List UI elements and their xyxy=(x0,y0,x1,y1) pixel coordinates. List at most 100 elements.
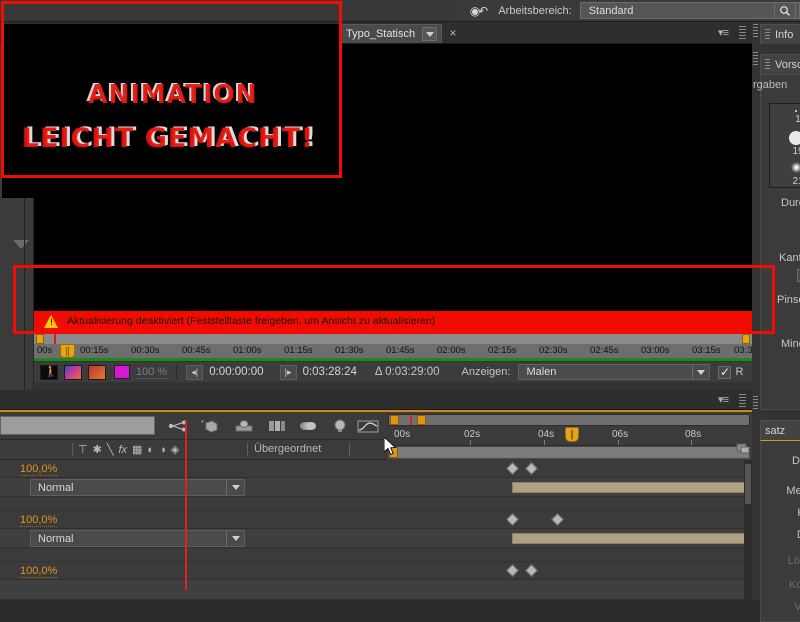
keyframe-marker[interactable] xyxy=(525,462,538,475)
keyframe-marker[interactable] xyxy=(525,564,538,577)
adjustment-icon[interactable]: ◐ xyxy=(147,444,154,456)
right-panel-column: Info Vorsc rgaben 1 19 21 Durc Kante ✓ P… xyxy=(752,22,800,622)
brush-dot-medium xyxy=(789,131,800,145)
keyframe-marker[interactable] xyxy=(506,564,519,577)
ruler-label: 06s xyxy=(612,429,629,440)
work-area-start-handle[interactable] xyxy=(389,447,398,458)
draft-3d-icon[interactable]: * xyxy=(199,417,221,435)
current-time-indicator[interactable]: ║ xyxy=(60,344,75,358)
table-row[interactable]: 100,0% xyxy=(0,562,752,580)
preview-frame[interactable]: ANIMATION ANIMATION LEICHT GEMACHT! LEIC… xyxy=(2,24,340,198)
frame-blending-icon[interactable] xyxy=(266,417,288,435)
effects-icon[interactable]: ✱ xyxy=(93,443,102,456)
search-icon[interactable] xyxy=(774,2,796,19)
show-select[interactable]: Malen xyxy=(518,364,711,380)
workspace-switcher-icon[interactable]: ◉↶ xyxy=(468,4,489,18)
label-durchmesser: Durc xyxy=(781,197,800,209)
table-row[interactable]: 100,0% xyxy=(0,511,752,529)
render-checkbox[interactable]: ✓ xyxy=(718,365,732,379)
render-progress-strip xyxy=(34,358,752,361)
time-zoom-track[interactable] xyxy=(388,414,750,426)
table-row[interactable] xyxy=(0,497,752,511)
table-row[interactable]: Normal xyxy=(0,529,752,548)
panel-menu-icon[interactable]: ▾≡ xyxy=(718,393,729,406)
in-point-value[interactable]: 0:00:00:00 xyxy=(209,366,263,378)
brainstorm-icon[interactable] xyxy=(329,417,351,435)
blend-mode-select[interactable]: Normal xyxy=(30,530,245,547)
timeline-vertical-scrollbar[interactable] xyxy=(744,460,752,600)
update-disabled-warning[interactable]: Aktualisierung deaktiviert (Feststelltas… xyxy=(34,311,752,331)
ruler-label: 01:00s xyxy=(233,345,262,356)
work-area-bar[interactable] xyxy=(388,446,750,459)
fx-icon[interactable]: fx xyxy=(118,444,127,456)
search-input[interactable] xyxy=(0,416,155,435)
resolution-value[interactable]: 100 % xyxy=(136,366,168,379)
tab-zeichensatz[interactable]: satz xyxy=(760,420,800,440)
collapse-icon[interactable]: ◑ xyxy=(159,444,166,456)
graph-editor-icon[interactable] xyxy=(357,417,379,435)
table-row[interactable] xyxy=(0,548,752,562)
zoom-handle-left[interactable] xyxy=(390,415,399,425)
table-row[interactable]: Normal xyxy=(0,478,752,497)
motion-blur-icon[interactable] xyxy=(297,417,319,435)
timeline-tabbar: ▾≡ xyxy=(0,390,752,410)
comp-time-zoom-track[interactable] xyxy=(34,332,752,345)
tab-typo-statisch[interactable]: Typo_Statisch xyxy=(338,24,443,43)
chevron-down-icon[interactable] xyxy=(226,480,244,495)
brush-preset-list[interactable]: 1 19 21 xyxy=(769,103,800,188)
rgb-channels-icon[interactable] xyxy=(64,364,82,380)
comp-toolbar-row1: 100 % ◂| 0:00:00:00 |▸ 0:03:28:24 Δ 0:03… xyxy=(34,362,752,382)
show-label: Anzeigen: xyxy=(461,366,511,378)
opacity-value[interactable]: 100,0% xyxy=(20,514,58,527)
opacity-value[interactable]: 100,0% xyxy=(20,463,58,476)
workspace-select[interactable]: Standard xyxy=(579,2,800,19)
layer-duration-bar[interactable] xyxy=(512,533,752,544)
anchor-point-icon[interactable]: ⊤ xyxy=(78,443,88,456)
comp-time-ruler[interactable]: 00s ║ 00:15s 00:30s 00:45s 01:00s 01:15s… xyxy=(34,344,753,358)
keyframe-marker[interactable] xyxy=(551,513,564,526)
ruler-label: 02:00s xyxy=(437,345,466,356)
panel-menu-icon[interactable]: ▾≡ xyxy=(718,26,729,39)
panel-grip[interactable] xyxy=(739,394,746,408)
label-deckkraft: Deck xyxy=(791,455,800,467)
chevron-down-icon[interactable] xyxy=(226,531,244,546)
main-view-icon[interactable] xyxy=(40,364,58,380)
table-row[interactable]: 100,0% xyxy=(0,460,752,478)
ruler-label: 03:15s xyxy=(692,345,721,356)
collapse-triangle-icon[interactable] xyxy=(13,240,29,249)
zoom-handle-right[interactable] xyxy=(417,415,426,425)
current-time-indicator[interactable]: ║ xyxy=(565,427,579,442)
zoom-handle-right[interactable] xyxy=(742,334,750,344)
ruler-label: 02:45s xyxy=(590,345,619,356)
panel-grip[interactable] xyxy=(739,26,746,40)
3d-layer-icon[interactable]: ◈ xyxy=(171,443,179,456)
out-point-icon[interactable]: |▸ xyxy=(279,364,297,380)
paragraph-panel-body: Deck Metho Kan Dau Lösch Kopie Vorg xyxy=(760,440,800,622)
in-point-icon[interactable]: ◂| xyxy=(186,364,204,380)
comp-mini-flowchart-icon[interactable] xyxy=(736,442,750,456)
scrollbar-thumb[interactable] xyxy=(745,464,751,504)
background-color-swatch[interactable] xyxy=(114,365,130,379)
label-mindest: Mind xyxy=(781,338,800,350)
hide-shy-layers-icon[interactable] xyxy=(233,417,255,435)
zoom-handle-left[interactable] xyxy=(36,334,44,344)
label-vorgabe: Vorg xyxy=(794,601,800,613)
table-row[interactable] xyxy=(0,580,752,600)
alpha-channel-icon[interactable] xyxy=(88,364,106,380)
label-loeschen: Lösch xyxy=(787,555,800,567)
keyframe-marker[interactable] xyxy=(506,513,519,526)
layer-duration-bar[interactable] xyxy=(512,482,752,493)
chevron-down-icon[interactable] xyxy=(692,365,709,379)
out-point-value[interactable]: 0:03:28:24 xyxy=(303,366,357,378)
brush-size-label: 19 xyxy=(792,146,800,157)
close-icon[interactable]: × xyxy=(447,27,459,39)
time-marker xyxy=(410,415,412,425)
frame-blend-icon[interactable]: ▦ xyxy=(132,443,142,456)
opacity-value[interactable]: 100,0% xyxy=(20,565,58,578)
tab-info[interactable]: Info xyxy=(760,24,800,44)
keyframe-marker[interactable] xyxy=(506,462,519,475)
blend-mode-select[interactable]: Normal xyxy=(30,479,245,496)
motion-blur-switch-icon[interactable]: ╲ xyxy=(107,443,114,456)
chevron-down-icon[interactable] xyxy=(422,27,438,41)
tab-vorschau[interactable]: Vorsc xyxy=(760,54,800,74)
